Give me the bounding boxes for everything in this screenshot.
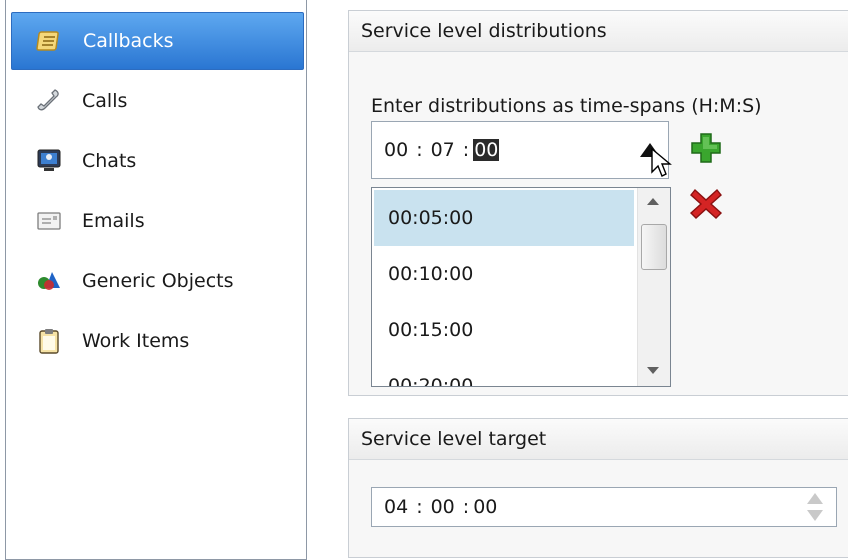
spin-arrows-icon[interactable] <box>806 491 824 528</box>
list-scrollbar[interactable] <box>637 188 670 386</box>
sidebar-item-label: Callbacks <box>83 30 174 52</box>
sidebar-item-label: Emails <box>82 210 145 232</box>
sidebar-item-calls[interactable]: Calls <box>11 72 304 130</box>
scroll-thumb[interactable] <box>641 224 667 270</box>
distributions-header: Service level distributions <box>349 11 848 52</box>
clipboard-icon <box>35 327 63 355</box>
time-separator: : <box>462 496 470 518</box>
target-header: Service level target <box>349 419 848 460</box>
remove-distribution-button[interactable] <box>689 187 723 221</box>
sidebar-item-emails[interactable]: Emails <box>11 192 304 250</box>
sidebar-item-generic-objects[interactable]: Generic Objects <box>11 252 304 310</box>
distributions-dropdown-list[interactable]: 00:05:00 00:10:00 00:15:00 00:20:00 <box>371 187 671 387</box>
target-time-input[interactable]: 04 : 00 : 00 <box>371 487 837 527</box>
list-item[interactable]: 00:10:00 <box>374 246 634 302</box>
sidebar-item-callbacks[interactable]: Callbacks <box>11 12 304 70</box>
distributions-instruction: Enter distributions as time-spans (H:M:S… <box>371 95 762 117</box>
delete-x-icon <box>689 188 723 219</box>
callbacks-icon <box>36 27 64 55</box>
sidebar-item-label: Work Items <box>82 330 190 352</box>
add-distribution-button[interactable] <box>689 131 723 165</box>
distribution-time-input[interactable]: 00 : 07 : 00 <box>371 121 672 179</box>
list-item[interactable]: 00:15:00 <box>374 302 634 358</box>
email-icon <box>35 207 63 235</box>
distributions-group: Service level distributions Enter distri… <box>348 10 848 396</box>
sidebar-item-label: Calls <box>82 90 128 112</box>
list-item[interactable]: 00:20:00 <box>374 358 634 386</box>
scroll-down-arrow-icon[interactable] <box>647 367 659 374</box>
mouse-cursor-icon <box>650 147 672 183</box>
list-item[interactable]: 00:05:00 <box>374 190 634 246</box>
category-sidebar: Callbacks Calls Chats Emails Generic Obj… <box>5 0 307 560</box>
shapes-icon <box>35 267 63 295</box>
minutes-segment[interactable]: 07 <box>431 139 455 161</box>
plus-icon <box>691 133 721 163</box>
sidebar-item-label: Chats <box>82 150 137 172</box>
hours-segment[interactable]: 00 <box>384 139 408 161</box>
sidebar-item-chats[interactable]: Chats <box>11 132 304 190</box>
monitor-icon <box>35 147 63 175</box>
minutes-segment[interactable]: 00 <box>431 496 455 518</box>
sidebar-item-label: Generic Objects <box>82 270 234 292</box>
seconds-segment[interactable]: 00 <box>473 496 497 518</box>
time-separator: : <box>462 139 470 161</box>
scroll-up-arrow-icon[interactable] <box>647 198 659 205</box>
target-group: Service level target 04 : 00 : 00 <box>348 418 848 558</box>
time-separator: : <box>416 496 423 518</box>
hours-segment[interactable]: 04 <box>384 496 408 518</box>
seconds-segment[interactable]: 00 <box>473 139 500 161</box>
sidebar-item-work-items[interactable]: Work Items <box>11 312 304 370</box>
time-separator: : <box>416 139 423 161</box>
phone-icon <box>35 87 63 115</box>
